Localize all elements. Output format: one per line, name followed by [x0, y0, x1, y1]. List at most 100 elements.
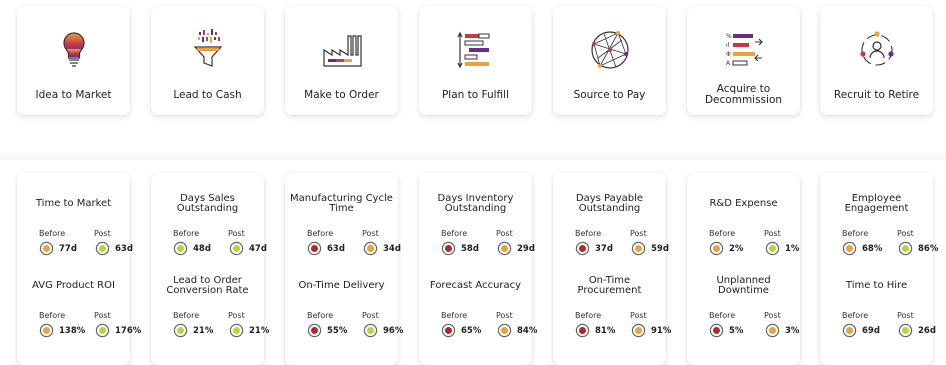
before-label: Before	[441, 311, 468, 320]
process-label: Lead to Cash	[173, 88, 242, 101]
post-label: Post	[94, 311, 111, 320]
status-dot-post	[767, 325, 778, 336]
status-dot-before	[443, 243, 454, 254]
kpi-values: 69d 26d	[820, 325, 936, 341]
post-value: 47d	[249, 244, 267, 254]
post-label: Post	[228, 229, 245, 238]
status-dot-before	[309, 243, 320, 254]
status-dot-post	[365, 243, 376, 254]
post-value: 3%	[785, 326, 800, 336]
post-value: 96%	[383, 326, 404, 336]
status-dot-before	[41, 325, 52, 336]
before-value: 65%	[461, 326, 482, 336]
status-dot-before	[577, 243, 588, 254]
post-label: Post	[630, 311, 647, 320]
before-post-labels: Before Post	[553, 229, 666, 239]
before-label: Before	[709, 229, 736, 238]
before-post-labels: Before Post	[17, 311, 130, 321]
before-post-labels: Before Post	[151, 311, 264, 321]
process-label: Make to Order	[304, 88, 379, 101]
kpi-values: 5% 3%	[687, 325, 800, 341]
status-dot-before	[41, 243, 52, 254]
kpi-card: Time to Market Before Post 77d 63d AVG Produc…	[17, 173, 141, 365]
before-value: 48d	[193, 244, 211, 254]
kpi-card: Manufacturing Cycle Time Before Post 63d 34d…	[285, 173, 403, 365]
kpi-title: AVG Product ROI	[32, 279, 115, 291]
process-card-idea-to-market[interactable]: Idea to Market	[17, 6, 130, 115]
kpi-title: Time to Market	[35, 197, 112, 209]
status-dot-post	[231, 325, 242, 336]
post-value: 1%	[785, 244, 800, 254]
status-dot-post	[900, 325, 911, 336]
post-value: 59d	[651, 244, 669, 254]
before-post-labels: Before Post	[820, 229, 933, 239]
kpi-values: 63d 34d	[285, 243, 401, 259]
post-value: 63d	[115, 244, 133, 254]
process-label: Idea to Market	[35, 88, 112, 101]
post-label: Post	[362, 311, 379, 320]
post-label: Post	[362, 229, 379, 238]
before-post-labels: Before Post	[151, 229, 264, 239]
status-dot-before	[844, 325, 855, 336]
before-value: 2%	[729, 244, 744, 254]
before-label: Before	[173, 311, 200, 320]
post-value: 34d	[383, 244, 401, 254]
post-label: Post	[630, 229, 647, 238]
process-card-make-to-order[interactable]: Make to Order	[285, 6, 398, 115]
factory-icon	[320, 28, 364, 72]
kpi-title: Days Payable Outstanding	[575, 192, 644, 214]
svg-text:ıl: ıl	[726, 42, 730, 49]
kpi-title: On-Time Delivery	[298, 279, 385, 291]
kpi-values: 21% 21%	[151, 325, 269, 341]
status-dot-post	[97, 243, 108, 254]
kpi-title: Lead to Order Conversion Rate	[166, 274, 249, 296]
status-dot-before	[711, 243, 722, 254]
process-label: Acquire to Decommission	[704, 83, 783, 106]
before-label: Before	[842, 229, 869, 238]
before-value: 69d	[862, 326, 880, 336]
post-label: Post	[897, 229, 914, 238]
before-label: Before	[842, 311, 869, 320]
funnel-icon	[186, 28, 230, 72]
post-value: 91%	[651, 326, 672, 336]
status-dot-post	[97, 325, 108, 336]
before-value: 55%	[327, 326, 348, 336]
status-dot-before	[309, 325, 320, 336]
before-post-labels: Before Post	[687, 311, 800, 321]
before-post-labels: Before Post	[419, 229, 532, 239]
before-label: Before	[173, 229, 200, 238]
kpi-values: 37d 59d	[553, 243, 669, 259]
process-card-acquire-to-decommission[interactable]: % ıl Φ A Acquire to Decommission	[687, 6, 800, 115]
kpi-title: Manufacturing Cycle Time	[290, 192, 393, 214]
process-card-plan-to-fulfill[interactable]: Plan to Fulfill	[419, 6, 532, 115]
kpi-title: On-Time Procurement	[577, 274, 642, 296]
status-dot-before	[844, 243, 855, 254]
kpi-title: Forecast Accuracy	[429, 279, 522, 291]
before-value: 81%	[595, 326, 616, 336]
before-post-labels: Before Post	[285, 229, 398, 239]
before-label: Before	[307, 311, 334, 320]
status-dot-post	[767, 243, 778, 254]
post-value: 26d	[918, 326, 936, 336]
process-card-source-to-pay[interactable]: Source to Pay	[553, 6, 666, 115]
post-label: Post	[496, 229, 513, 238]
process-card-lead-to-cash[interactable]: Lead to Cash	[151, 6, 264, 115]
kpi-values: 65% 84%	[419, 325, 537, 341]
before-label: Before	[575, 229, 602, 238]
before-value: 138%	[59, 326, 86, 336]
kpi-values: 68% 86%	[820, 243, 938, 259]
process-card-recruit-to-retire[interactable]: Recruit to Retire	[820, 6, 933, 115]
status-dot-before	[443, 325, 454, 336]
status-dot-post	[633, 243, 644, 254]
status-dot-before	[175, 325, 186, 336]
before-value: 77d	[59, 244, 77, 254]
kpi-title: Days Inventory Outstanding	[437, 192, 514, 214]
post-label: Post	[228, 311, 245, 320]
post-label: Post	[496, 311, 513, 320]
status-dot-post	[499, 243, 510, 254]
status-dot-before	[711, 325, 722, 336]
status-dot-before	[175, 243, 186, 254]
svg-text:Φ: Φ	[726, 51, 731, 58]
post-value: 21%	[249, 326, 270, 336]
before-post-labels: Before Post	[820, 311, 933, 321]
